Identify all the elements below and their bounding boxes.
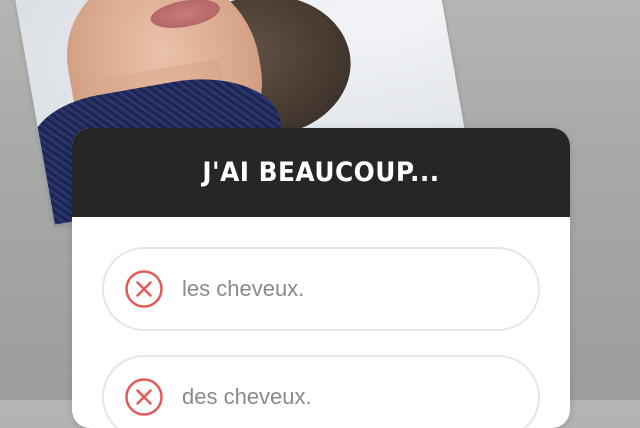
quiz-options: les cheveux. des cheveux. [72,217,570,428]
x-circle-icon [125,378,163,416]
quiz-option-2[interactable]: des cheveux. [102,355,540,428]
quiz-sticker: J'AI BEAUCOUP... les cheveux. des cheveu… [72,128,570,428]
quiz-question: J'AI BEAUCOUP... [202,157,440,188]
quiz-header: J'AI BEAUCOUP... [72,128,570,217]
quiz-option-label: des cheveux. [182,384,312,409]
quiz-option-label: les cheveux. [182,276,305,301]
x-circle-icon [125,270,163,308]
quiz-option-1[interactable]: les cheveux. [102,247,540,331]
